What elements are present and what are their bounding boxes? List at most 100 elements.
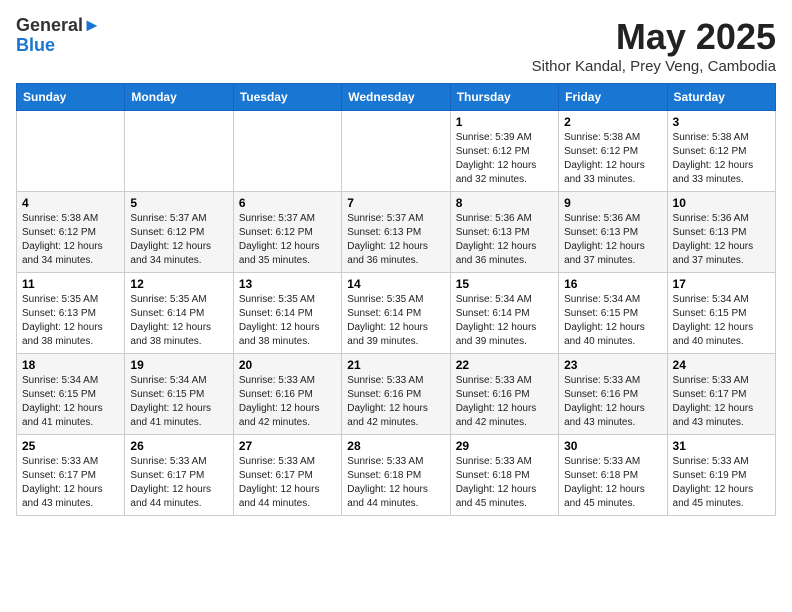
day-number: 24 xyxy=(673,358,770,372)
day-info: Sunrise: 5:37 AM Sunset: 6:12 PM Dayligh… xyxy=(130,212,227,268)
calendar-cell: 12 Sunrise: 5:35 AM Sunset: 6:14 PM Dayli… xyxy=(125,273,233,354)
day-number: 8 xyxy=(456,196,553,210)
day-number: 22 xyxy=(456,358,553,372)
day-number: 19 xyxy=(130,358,227,372)
day-info: Sunrise: 5:39 AM Sunset: 6:12 PM Dayligh… xyxy=(456,131,553,187)
day-number: 30 xyxy=(564,439,661,453)
calendar-cell: 10 Sunrise: 5:36 AM Sunset: 6:13 PM Dayli… xyxy=(667,192,775,273)
day-info: Sunrise: 5:33 AM Sunset: 6:18 PM Dayligh… xyxy=(564,455,661,511)
day-info: Sunrise: 5:37 AM Sunset: 6:13 PM Dayligh… xyxy=(347,212,444,268)
day-number: 7 xyxy=(347,196,444,210)
day-number: 28 xyxy=(347,439,444,453)
calendar-cell: 13 Sunrise: 5:35 AM Sunset: 6:14 PM Dayli… xyxy=(233,273,341,354)
day-info: Sunrise: 5:38 AM Sunset: 6:12 PM Dayligh… xyxy=(673,131,770,187)
logo: General► Blue xyxy=(16,16,101,56)
calendar-header-tuesday: Tuesday xyxy=(233,84,341,111)
page-header: General► Blue May 2025 Sithor Kandal, Pr… xyxy=(16,16,776,75)
day-info: Sunrise: 5:33 AM Sunset: 6:17 PM Dayligh… xyxy=(673,374,770,430)
calendar-cell: 15 Sunrise: 5:34 AM Sunset: 6:14 PM Dayli… xyxy=(450,273,558,354)
calendar-cell xyxy=(342,111,450,192)
day-number: 27 xyxy=(239,439,336,453)
day-info: Sunrise: 5:37 AM Sunset: 6:12 PM Dayligh… xyxy=(239,212,336,268)
calendar-header-thursday: Thursday xyxy=(450,84,558,111)
calendar-table: SundayMondayTuesdayWednesdayThursdayFrid… xyxy=(16,83,776,516)
day-info: Sunrise: 5:34 AM Sunset: 6:15 PM Dayligh… xyxy=(564,293,661,349)
day-info: Sunrise: 5:33 AM Sunset: 6:17 PM Dayligh… xyxy=(22,455,119,511)
calendar-cell xyxy=(125,111,233,192)
day-info: Sunrise: 5:35 AM Sunset: 6:14 PM Dayligh… xyxy=(130,293,227,349)
day-number: 23 xyxy=(564,358,661,372)
day-number: 29 xyxy=(456,439,553,453)
day-info: Sunrise: 5:35 AM Sunset: 6:14 PM Dayligh… xyxy=(239,293,336,349)
day-number: 2 xyxy=(564,115,661,129)
calendar-cell: 16 Sunrise: 5:34 AM Sunset: 6:15 PM Dayli… xyxy=(559,273,667,354)
day-number: 11 xyxy=(22,277,119,291)
calendar-cell: 11 Sunrise: 5:35 AM Sunset: 6:13 PM Dayli… xyxy=(17,273,125,354)
day-number: 21 xyxy=(347,358,444,372)
calendar-cell: 2 Sunrise: 5:38 AM Sunset: 6:12 PM Daylig… xyxy=(559,111,667,192)
day-info: Sunrise: 5:34 AM Sunset: 6:15 PM Dayligh… xyxy=(130,374,227,430)
day-number: 14 xyxy=(347,277,444,291)
day-info: Sunrise: 5:36 AM Sunset: 6:13 PM Dayligh… xyxy=(564,212,661,268)
day-number: 1 xyxy=(456,115,553,129)
day-info: Sunrise: 5:35 AM Sunset: 6:13 PM Dayligh… xyxy=(22,293,119,349)
day-number: 10 xyxy=(673,196,770,210)
calendar-cell: 8 Sunrise: 5:36 AM Sunset: 6:13 PM Daylig… xyxy=(450,192,558,273)
title-block: May 2025 Sithor Kandal, Prey Veng, Cambo… xyxy=(532,16,776,75)
calendar-cell: 14 Sunrise: 5:35 AM Sunset: 6:14 PM Dayli… xyxy=(342,273,450,354)
month-title: May 2025 xyxy=(532,16,776,58)
day-info: Sunrise: 5:33 AM Sunset: 6:17 PM Dayligh… xyxy=(130,455,227,511)
day-number: 18 xyxy=(22,358,119,372)
day-number: 5 xyxy=(130,196,227,210)
location-subtitle: Sithor Kandal, Prey Veng, Cambodia xyxy=(532,58,776,75)
calendar-cell: 23 Sunrise: 5:33 AM Sunset: 6:16 PM Dayli… xyxy=(559,354,667,435)
day-number: 3 xyxy=(673,115,770,129)
day-info: Sunrise: 5:38 AM Sunset: 6:12 PM Dayligh… xyxy=(564,131,661,187)
calendar-header-wednesday: Wednesday xyxy=(342,84,450,111)
day-number: 15 xyxy=(456,277,553,291)
day-number: 16 xyxy=(564,277,661,291)
day-number: 4 xyxy=(22,196,119,210)
day-number: 13 xyxy=(239,277,336,291)
calendar-cell: 19 Sunrise: 5:34 AM Sunset: 6:15 PM Dayli… xyxy=(125,354,233,435)
day-number: 9 xyxy=(564,196,661,210)
calendar-cell: 6 Sunrise: 5:37 AM Sunset: 6:12 PM Daylig… xyxy=(233,192,341,273)
calendar-cell: 9 Sunrise: 5:36 AM Sunset: 6:13 PM Daylig… xyxy=(559,192,667,273)
calendar-header-saturday: Saturday xyxy=(667,84,775,111)
day-info: Sunrise: 5:34 AM Sunset: 6:14 PM Dayligh… xyxy=(456,293,553,349)
day-info: Sunrise: 5:33 AM Sunset: 6:16 PM Dayligh… xyxy=(347,374,444,430)
calendar-cell: 4 Sunrise: 5:38 AM Sunset: 6:12 PM Daylig… xyxy=(17,192,125,273)
calendar-header-monday: Monday xyxy=(125,84,233,111)
calendar-header-friday: Friday xyxy=(559,84,667,111)
day-number: 26 xyxy=(130,439,227,453)
calendar-cell: 1 Sunrise: 5:39 AM Sunset: 6:12 PM Daylig… xyxy=(450,111,558,192)
day-number: 12 xyxy=(130,277,227,291)
day-info: Sunrise: 5:33 AM Sunset: 6:16 PM Dayligh… xyxy=(564,374,661,430)
day-info: Sunrise: 5:36 AM Sunset: 6:13 PM Dayligh… xyxy=(456,212,553,268)
day-number: 6 xyxy=(239,196,336,210)
day-info: Sunrise: 5:33 AM Sunset: 6:16 PM Dayligh… xyxy=(239,374,336,430)
day-info: Sunrise: 5:33 AM Sunset: 6:17 PM Dayligh… xyxy=(239,455,336,511)
day-number: 31 xyxy=(673,439,770,453)
calendar-cell: 30 Sunrise: 5:33 AM Sunset: 6:18 PM Dayli… xyxy=(559,435,667,516)
day-info: Sunrise: 5:35 AM Sunset: 6:14 PM Dayligh… xyxy=(347,293,444,349)
calendar-cell: 20 Sunrise: 5:33 AM Sunset: 6:16 PM Dayli… xyxy=(233,354,341,435)
calendar-cell: 21 Sunrise: 5:33 AM Sunset: 6:16 PM Dayli… xyxy=(342,354,450,435)
calendar-cell: 24 Sunrise: 5:33 AM Sunset: 6:17 PM Dayli… xyxy=(667,354,775,435)
calendar-cell: 7 Sunrise: 5:37 AM Sunset: 6:13 PM Daylig… xyxy=(342,192,450,273)
calendar-cell: 5 Sunrise: 5:37 AM Sunset: 6:12 PM Daylig… xyxy=(125,192,233,273)
day-info: Sunrise: 5:34 AM Sunset: 6:15 PM Dayligh… xyxy=(22,374,119,430)
calendar-cell xyxy=(17,111,125,192)
day-number: 20 xyxy=(239,358,336,372)
day-info: Sunrise: 5:38 AM Sunset: 6:12 PM Dayligh… xyxy=(22,212,119,268)
day-info: Sunrise: 5:36 AM Sunset: 6:13 PM Dayligh… xyxy=(673,212,770,268)
day-info: Sunrise: 5:33 AM Sunset: 6:19 PM Dayligh… xyxy=(673,455,770,511)
calendar-cell: 29Sunrise: 5:33 AM Sunset: 6:18 PM Dayli… xyxy=(450,435,558,516)
calendar-cell: 25 Sunrise: 5:33 AM Sunset: 6:17 PM Dayli… xyxy=(17,435,125,516)
day-number: 25 xyxy=(22,439,119,453)
day-info: Sunrise: 5:33 AM Sunset: 6:16 PM Dayligh… xyxy=(456,374,553,430)
calendar-cell: 18 Sunrise: 5:34 AM Sunset: 6:15 PM Dayli… xyxy=(17,354,125,435)
day-info: Sunrise: 5:33 AM Sunset: 6:18 PM Dayligh… xyxy=(347,455,444,511)
calendar-cell: 3 Sunrise: 5:38 AM Sunset: 6:12 PM Daylig… xyxy=(667,111,775,192)
calendar-cell: 28 Sunrise: 5:33 AM Sunset: 6:18 PM Dayli… xyxy=(342,435,450,516)
